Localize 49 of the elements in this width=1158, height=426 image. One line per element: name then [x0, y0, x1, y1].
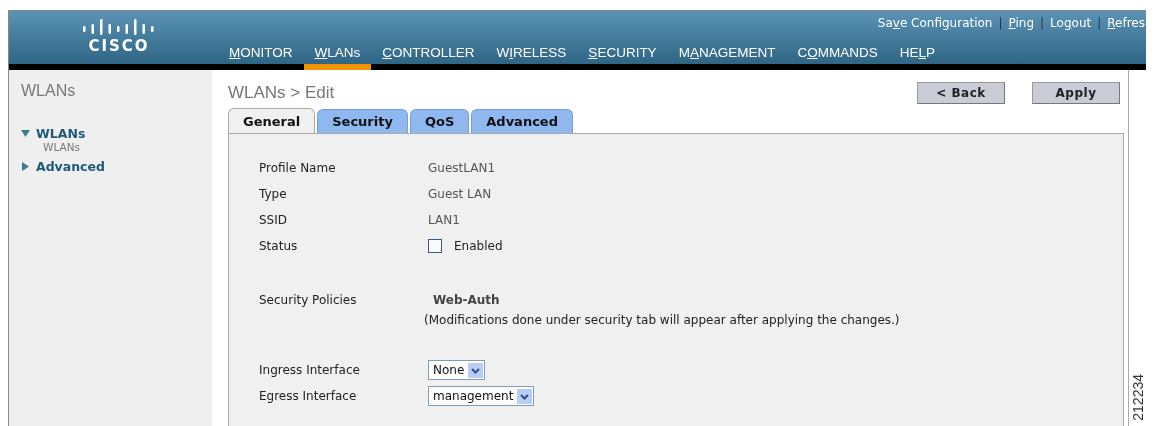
sidebar-item[interactable]: WLANs [21, 126, 212, 141]
separator: | [1097, 16, 1102, 30]
checkbox-label: Enabled [454, 239, 503, 253]
sidebar-subitem[interactable]: WLANs [21, 141, 212, 153]
nav-tab[interactable]: HELP [888, 41, 946, 70]
field-label: Security Policies [259, 292, 358, 307]
nav-tab[interactable]: COMMANDS [786, 41, 889, 70]
tab[interactable]: QoS [409, 109, 470, 133]
back-button[interactable]: < Back [917, 82, 1005, 104]
field-value: Guest LAN [428, 186, 492, 201]
logo-icon [82, 19, 156, 35]
field-label: Type [259, 186, 288, 201]
interface-dropdown[interactable]: management [428, 386, 535, 406]
separator: | [1040, 16, 1045, 30]
nav-tab[interactable]: MONITOR [229, 41, 304, 70]
apply-button[interactable]: Apply [1032, 82, 1120, 104]
nav-tab[interactable]: MANAGEMENT [667, 41, 787, 70]
figure-number: 212234 [1129, 374, 1146, 421]
policy-note: (Modifications done under security tab will appear after applying the changes.) [424, 313, 900, 327]
field-label: Egress Interface [259, 388, 358, 403]
logo-text: CISCO [88, 37, 150, 55]
interface-dropdown[interactable]: None [428, 360, 486, 380]
caret-icon [468, 362, 484, 378]
separator: | [998, 16, 1003, 30]
nav-tab[interactable]: WIRELESS [485, 41, 578, 70]
nav-tab[interactable]: WLANs [303, 41, 372, 70]
header-link[interactable]: Refres [1107, 16, 1145, 30]
tab[interactable]: Security [317, 109, 408, 133]
field-value: GuestLAN1 [428, 160, 496, 175]
policy-value: Web-Auth [432, 293, 501, 307]
header-link[interactable]: Logout [1050, 16, 1092, 30]
caret-icon [517, 388, 533, 404]
tab[interactable]: General [228, 108, 316, 133]
field-label: Profile Name [259, 160, 337, 175]
status-checkbox[interactable] [428, 239, 442, 253]
collapsed-arrow-icon[interactable] [21, 162, 30, 171]
page-title: WLANs > Edit [228, 83, 335, 103]
field-label: Ingress Interface [259, 362, 361, 377]
field-value: LAN1 [428, 212, 460, 227]
nav-tab[interactable]: CONTROLLER [371, 41, 486, 70]
sidebar-item[interactable]: Advanced [21, 159, 212, 174]
expanded-arrow-icon[interactable] [21, 129, 30, 138]
nav-tab[interactable]: SECURITY [577, 41, 668, 70]
field-label: Status [259, 238, 299, 253]
sidebar-title: WLANs [21, 82, 77, 100]
tab[interactable]: Advanced [471, 109, 573, 133]
field-label: SSID [259, 212, 288, 227]
header-link[interactable]: Ping [1008, 16, 1035, 30]
header-link[interactable]: Save Configuration [877, 16, 993, 30]
